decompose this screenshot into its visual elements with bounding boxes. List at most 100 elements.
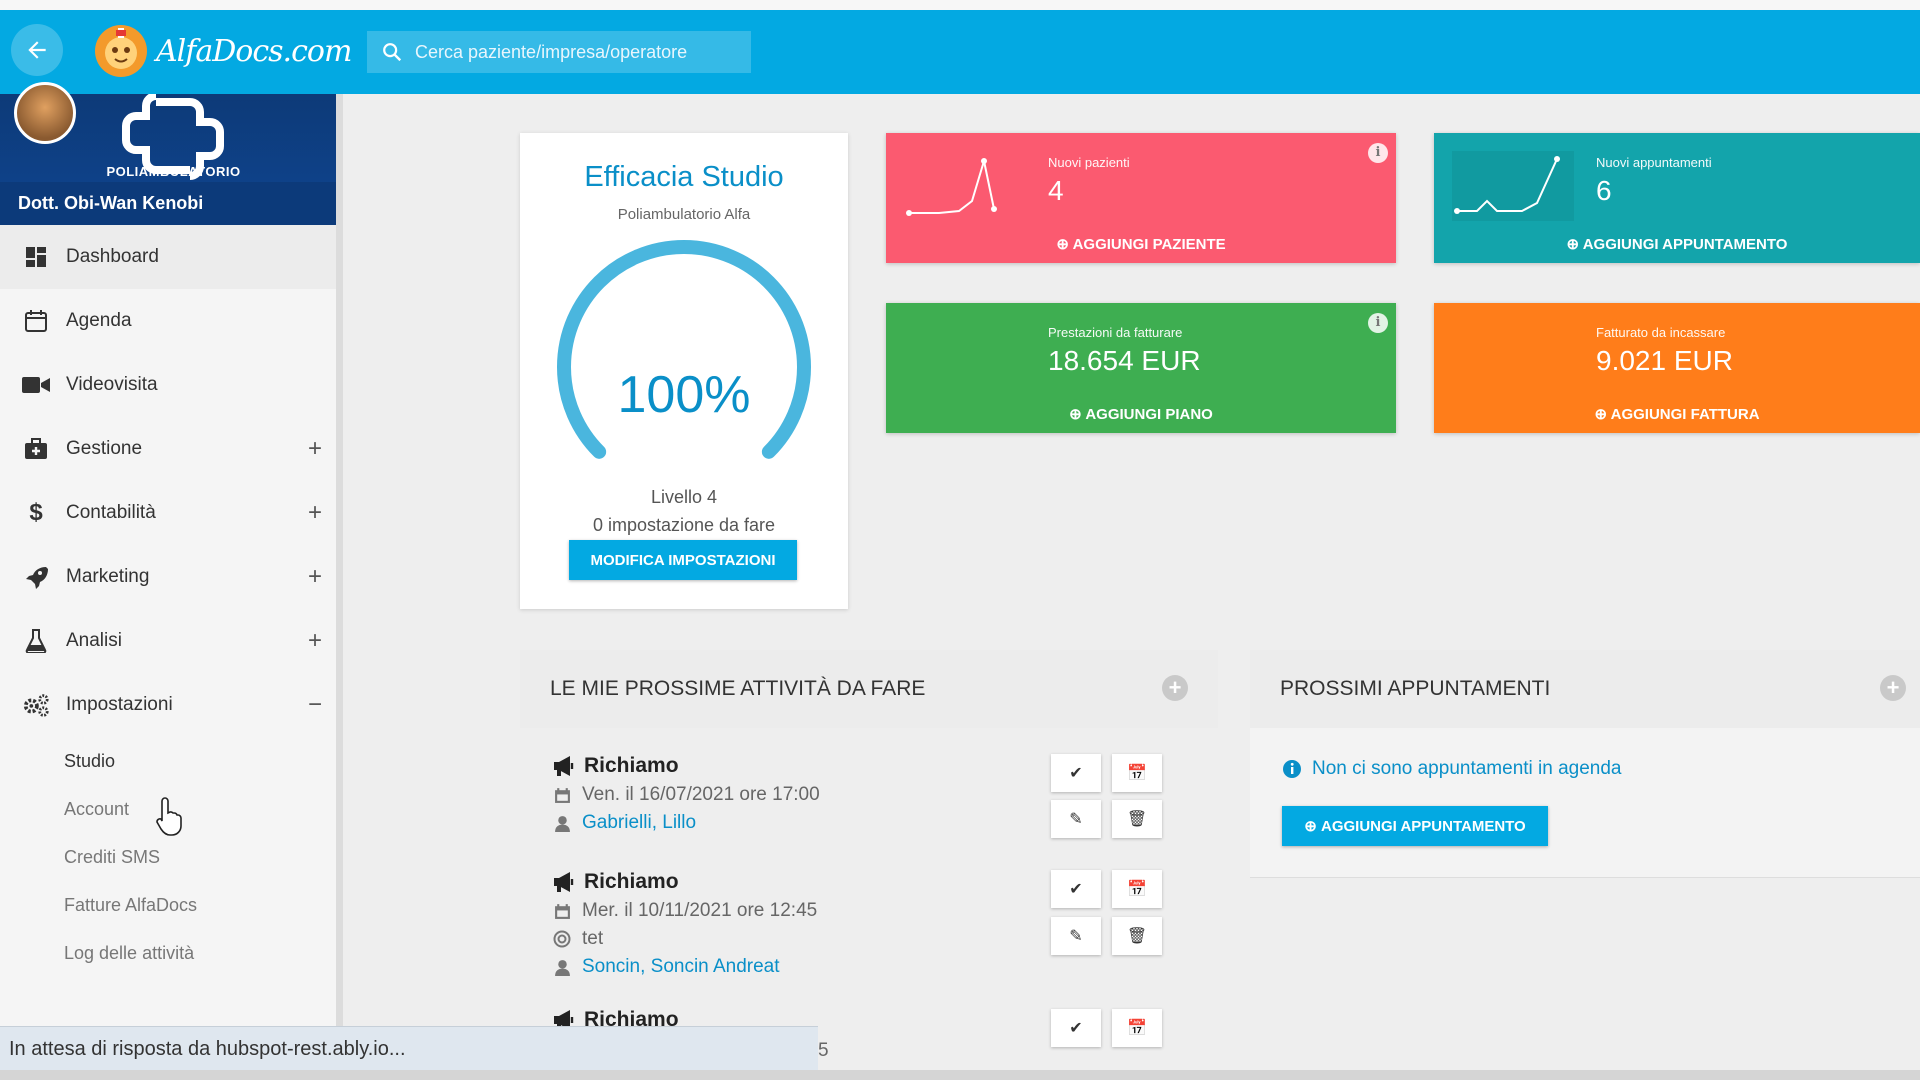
sidebar-item-videovisita[interactable]: Videovisita: [0, 353, 336, 417]
pencil-icon: ✎: [1069, 811, 1083, 828]
sidebar-border: [336, 94, 343, 1080]
impostazioni-submenu: Studio Account Crediti SMS Fatture AlfaD…: [0, 737, 336, 977]
sidebar-item-impostazioni[interactable]: Impostazioni −: [0, 673, 336, 737]
sidebar-item-marketing[interactable]: Marketing +: [0, 545, 336, 609]
reschedule-task-button[interactable]: 📅: [1112, 754, 1162, 792]
calendar-icon: [22, 307, 50, 335]
plus-circle-icon: ⊕: [1594, 406, 1611, 423]
plus-circle-icon: ⊕: [1304, 818, 1321, 835]
plus-circle-icon: ⊕: [1566, 236, 1583, 253]
aggiungi-piano-button[interactable]: ⊕ AGGIUNGI PIANO: [886, 405, 1396, 423]
check-icon: ✔: [1069, 765, 1083, 782]
pencil-icon: ✎: [1069, 928, 1083, 945]
expand-icon[interactable]: +: [308, 563, 322, 591]
calendar-icon: [552, 903, 572, 920]
info-icon: [1283, 760, 1301, 778]
sidebar-item-dashboard[interactable]: Dashboard: [0, 225, 336, 289]
dollar-icon: $: [29, 499, 43, 526]
sidebar-item-contabilita[interactable]: $ Contabilità +: [0, 481, 336, 545]
button-label: AGGIUNGI APPUNTAMENTO: [1321, 817, 1526, 835]
trash-icon: 🗑: [1126, 928, 1148, 945]
todo-text: 0 impostazione da fare: [592, 515, 776, 535]
sidebar-item-analisi[interactable]: Analisi +: [0, 609, 336, 673]
tile-prestazioni: Prestazioni da fatturare 18.654 EUR i ⊕ …: [886, 303, 1396, 433]
user-icon: [552, 959, 572, 976]
submenu-item-studio[interactable]: Studio: [64, 737, 336, 785]
sidebar-item-label: Contabilità: [66, 502, 156, 523]
tile-action-label: AGGIUNGI PAZIENTE: [1072, 236, 1226, 253]
expand-icon[interactable]: +: [308, 435, 322, 463]
modifica-impostazioni-button[interactable]: MODIFICA IMPOSTAZIONI: [569, 540, 797, 580]
arrow-left-icon: [28, 41, 46, 59]
task-title: Richiamo: [584, 754, 679, 777]
tile-value: 9.021 EUR: [1596, 345, 1733, 376]
add-appointment-icon[interactable]: +: [1880, 675, 1906, 701]
info-icon[interactable]: i: [1368, 313, 1388, 333]
sidebar-item-label: Gestione: [66, 438, 143, 459]
task-title: Richiamo: [584, 870, 679, 893]
dashboard-icon: [22, 243, 50, 271]
logo-text: AlfaDocs.com: [156, 33, 352, 69]
edit-task-button[interactable]: ✎: [1051, 917, 1101, 955]
efficacia-subtitle: Poliambulatorio Alfa: [617, 206, 751, 223]
search-input[interactable]: Cerca paziente/impresa/operatore: [415, 42, 687, 63]
no-appointments-text: Non ci sono appuntamenti in agenda: [1312, 758, 1622, 779]
add-task-icon[interactable]: +: [1162, 675, 1188, 701]
submenu-item-account[interactable]: Account: [64, 785, 336, 833]
avatar[interactable]: [14, 82, 76, 144]
search-box[interactable]: Cerca paziente/impresa/operatore: [367, 31, 751, 73]
expand-icon[interactable]: +: [308, 499, 322, 527]
tile-label: Fatturato da incassare: [1596, 325, 1726, 340]
expand-icon[interactable]: +: [308, 627, 322, 655]
aggiungi-fattura-button[interactable]: ⊕ AGGIUNGI FATTURA: [1434, 405, 1920, 423]
info-icon[interactable]: i: [1368, 143, 1388, 163]
sidebar-item-gestione[interactable]: Gestione +: [0, 417, 336, 481]
reschedule-task-button[interactable]: 📅: [1112, 870, 1162, 908]
trash-icon: 🗑: [1126, 811, 1148, 828]
back-button[interactable]: [11, 24, 63, 76]
efficacia-card: Efficacia Studio Poliambulatorio Alfa 10…: [520, 133, 848, 609]
rocket-icon: [22, 563, 50, 591]
sidebar-item-agenda[interactable]: Agenda: [0, 289, 336, 353]
aggiungi-paziente-button[interactable]: ⊕ AGGIUNGI PAZIENTE: [886, 235, 1396, 253]
edit-task-button[interactable]: ✎: [1051, 800, 1101, 838]
alfadocs-logo[interactable]: AlfaDocs.com: [92, 18, 352, 84]
submenu-item-log[interactable]: Log delle attività: [64, 929, 336, 977]
browser-status-bar: In attesa di risposta da hubspot-rest.ab…: [0, 1026, 818, 1070]
partially-hidden-digit: 5: [818, 1040, 829, 1061]
tile-label: Prestazioni da fatturare: [1048, 325, 1183, 340]
check-icon: ✔: [1069, 881, 1083, 898]
task-date: Mer. il 10/11/2021 ore 12:45: [582, 900, 818, 921]
sidebar-item-label: Marketing: [66, 566, 150, 587]
delete-task-button[interactable]: 🗑: [1112, 917, 1162, 955]
lion-logo-icon: [95, 25, 147, 77]
aggiungi-appuntamento-button[interactable]: ⊕ AGGIUNGI APPUNTAMENTO: [1282, 806, 1548, 846]
submenu-item-fatture[interactable]: Fatture AlfaDocs: [64, 881, 336, 929]
sparkline-appuntamenti: [1452, 151, 1574, 221]
task-person-link[interactable]: Gabrielli, Lillo: [582, 812, 696, 834]
delete-task-button[interactable]: 🗑: [1112, 800, 1162, 838]
task-person-link[interactable]: Soncin, Soncin Andreat: [582, 956, 780, 978]
target-icon: [552, 930, 572, 948]
aggiungi-appuntamento-tile-button[interactable]: ⊕ AGGIUNGI APPUNTAMENTO: [1434, 235, 1920, 253]
tile-action-label: AGGIUNGI PIANO: [1085, 406, 1213, 423]
efficacia-title: Efficacia Studio: [584, 161, 784, 193]
efficacia-percent: 100%: [617, 366, 751, 424]
complete-task-button[interactable]: ✔: [1051, 754, 1101, 792]
doctor-name[interactable]: Dott. Obi-Wan Kenobi: [0, 182, 343, 225]
submenu-item-crediti-sms[interactable]: Crediti SMS: [64, 833, 336, 881]
megaphone-icon: [554, 756, 574, 776]
sidebar-item-label: Impostazioni: [66, 694, 173, 715]
sparkline-pazienti: [906, 158, 997, 216]
video-icon: [22, 371, 50, 399]
appointments-panel-title: PROSSIMI APPUNTAMENTI: [1280, 677, 1551, 700]
gears-icon: [22, 691, 50, 719]
tile-fatturato: Fatturato da incassare 9.021 EUR ⊕ AGGIU…: [1434, 303, 1920, 433]
appointments-panel-header: PROSSIMI APPUNTAMENTI +: [1250, 650, 1920, 728]
efficacia-level: Livello 4 0 impostazione da fare: [520, 483, 848, 539]
complete-task-button[interactable]: ✔: [1051, 1009, 1101, 1047]
reschedule-task-button[interactable]: 📅: [1112, 1009, 1162, 1047]
sidebar-menu: Dashboard Agenda Videovisita Gestione + …: [0, 225, 336, 977]
complete-task-button[interactable]: ✔: [1051, 870, 1101, 908]
collapse-icon[interactable]: −: [308, 691, 322, 719]
